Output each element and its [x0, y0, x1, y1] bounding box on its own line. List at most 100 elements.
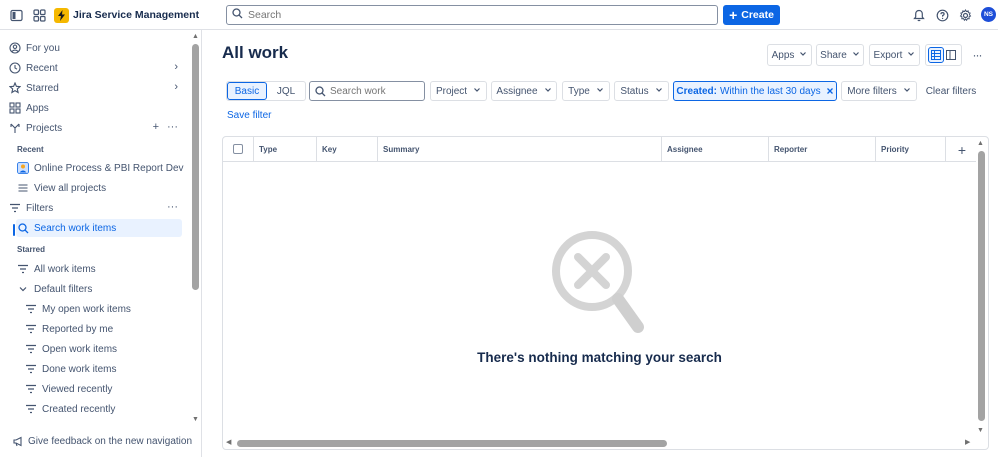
table-vertical-scrollbar-thumb[interactable] [978, 151, 985, 421]
default-filter-item[interactable]: Open work items [24, 340, 198, 358]
sidebar-toggle-icon[interactable] [8, 7, 24, 23]
tab-basic[interactable]: Basic [227, 82, 267, 100]
column-header-reporter[interactable]: Reporter [769, 137, 876, 162]
column-header-priority[interactable]: Priority [876, 137, 946, 162]
create-label: Create [741, 9, 774, 21]
filter-label: Viewed recently [42, 383, 113, 395]
filter-label: Created recently [42, 403, 116, 415]
projects-icon [8, 121, 22, 135]
default-filters-label: Default filters [34, 283, 93, 295]
clock-icon [8, 61, 22, 75]
clear-filters-button[interactable]: Clear filters [921, 81, 981, 101]
chevron-down-icon [16, 282, 30, 296]
sidebar-item-label: Search work items [34, 222, 117, 234]
chevron-right-icon[interactable]: › [174, 81, 178, 93]
create-button[interactable]: + Create [723, 5, 780, 25]
close-icon[interactable] [826, 87, 834, 95]
help-icon[interactable] [934, 7, 950, 23]
created-filter-chip[interactable]: Created: Within the last 30 days [673, 81, 837, 101]
global-search[interactable] [226, 5, 718, 25]
apps-label: Apps [771, 49, 795, 61]
default-filters-group[interactable]: Default filters [16, 280, 190, 298]
work-search-input[interactable] [330, 85, 420, 97]
table-horizontal-scrollbar-thumb[interactable] [237, 440, 667, 447]
sidebar-item-for-you[interactable]: For you [8, 39, 182, 57]
feedback-link[interactable]: Give feedback on the new navigation [13, 436, 192, 447]
sidebar-item-label: Filters [26, 202, 54, 214]
add-column-plus-icon[interactable]: + [948, 137, 976, 162]
type-filter[interactable]: Type [562, 81, 610, 101]
more-actions-icon[interactable]: ··· [167, 201, 178, 213]
project-filter[interactable]: Project [430, 81, 487, 101]
chevron-down-icon [596, 86, 604, 97]
scroll-down-arrow-icon[interactable]: ▼ [977, 427, 984, 434]
sidebar-item-filters[interactable]: Filters ··· [8, 199, 182, 217]
export-dropdown-button[interactable]: Export [869, 44, 920, 66]
status-filter[interactable]: Status [614, 81, 669, 101]
sidebar: For you Recent › Starred › Apps Projects… [0, 30, 202, 457]
all-work-items-filter[interactable]: All work items [16, 260, 190, 278]
sidebar-item-starred[interactable]: Starred › [8, 79, 182, 97]
search-icon [315, 85, 326, 97]
view-toggle [925, 44, 962, 66]
filter-icon [24, 382, 38, 396]
chevron-right-icon[interactable]: › [174, 61, 178, 73]
scroll-left-arrow-icon[interactable]: ◀ [226, 439, 231, 446]
search-icon [232, 8, 243, 22]
default-filter-item[interactable]: My open work items [24, 300, 198, 318]
more-options-icon[interactable]: ··· [967, 44, 987, 66]
user-circle-icon [8, 41, 22, 55]
project-avatar-icon [16, 161, 30, 175]
sidebar-item-projects[interactable]: Projects + ··· [8, 119, 182, 137]
view-all-projects[interactable]: View all projects [16, 179, 190, 197]
filter-icon [24, 322, 38, 336]
add-project-plus-icon[interactable]: + [153, 121, 159, 133]
sidebar-item-label: For you [26, 42, 60, 54]
more-filters-button[interactable]: More filters [841, 81, 917, 101]
share-dropdown-button[interactable]: Share [816, 44, 864, 66]
assignee-filter[interactable]: Assignee [491, 81, 557, 101]
tab-jql[interactable]: JQL [267, 82, 305, 100]
global-search-input[interactable] [248, 9, 688, 21]
notifications-bell-icon[interactable] [911, 7, 927, 23]
plus-icon: + [729, 7, 738, 23]
sidebar-item-label: Apps [26, 102, 49, 114]
column-header-assignee[interactable]: Assignee [662, 137, 769, 162]
default-filter-item[interactable]: Created recently [24, 400, 198, 418]
sidebar-item-apps[interactable]: Apps [8, 99, 182, 117]
scroll-right-arrow-icon[interactable]: ▶ [965, 439, 970, 446]
filter-icon [24, 342, 38, 356]
apps-dropdown-button[interactable]: Apps [767, 44, 812, 66]
save-filter-link[interactable]: Save filter [227, 110, 271, 121]
default-filter-item[interactable]: Reported by me [24, 320, 198, 338]
app-switcher-icon[interactable] [31, 7, 47, 23]
scroll-up-arrow-icon[interactable]: ▲ [192, 33, 199, 40]
column-header-key[interactable]: Key [317, 137, 378, 162]
detail-view-icon[interactable] [944, 48, 958, 62]
app-name: Jira Service Management [73, 9, 200, 21]
user-avatar[interactable]: NS [981, 7, 996, 22]
page-title: All work [222, 43, 289, 62]
view-all-projects-label: View all projects [34, 182, 107, 194]
column-header-type[interactable]: Type [254, 137, 317, 162]
select-all-checkbox[interactable] [233, 144, 243, 154]
more-actions-icon[interactable]: ··· [167, 121, 178, 133]
scroll-down-arrow-icon[interactable]: ▼ [192, 416, 199, 423]
sidebar-item-label: Recent [26, 62, 58, 74]
product-brand[interactable]: Jira Service Management [54, 6, 199, 24]
default-filter-item[interactable]: Done work items [24, 360, 198, 378]
recent-project-item[interactable]: Online Process & PBI Report Dev [16, 159, 184, 177]
settings-gear-icon[interactable] [957, 7, 973, 23]
sidebar-item-search-work-items[interactable]: Search work items [16, 219, 182, 237]
sidebar-item-recent[interactable]: Recent › [8, 59, 182, 77]
sidebar-scrollbar-thumb[interactable] [192, 44, 199, 290]
work-search-box[interactable] [309, 81, 425, 101]
default-filter-item[interactable]: Viewed recently [24, 380, 198, 398]
project-filter-label: Project [435, 85, 468, 97]
scroll-up-arrow-icon[interactable]: ▲ [977, 140, 984, 147]
filter-label: Done work items [42, 363, 117, 375]
filter-icon [24, 302, 38, 316]
filter-icon [8, 201, 22, 215]
column-header-summary[interactable]: Summary [378, 137, 662, 162]
list-view-icon[interactable] [927, 47, 944, 63]
